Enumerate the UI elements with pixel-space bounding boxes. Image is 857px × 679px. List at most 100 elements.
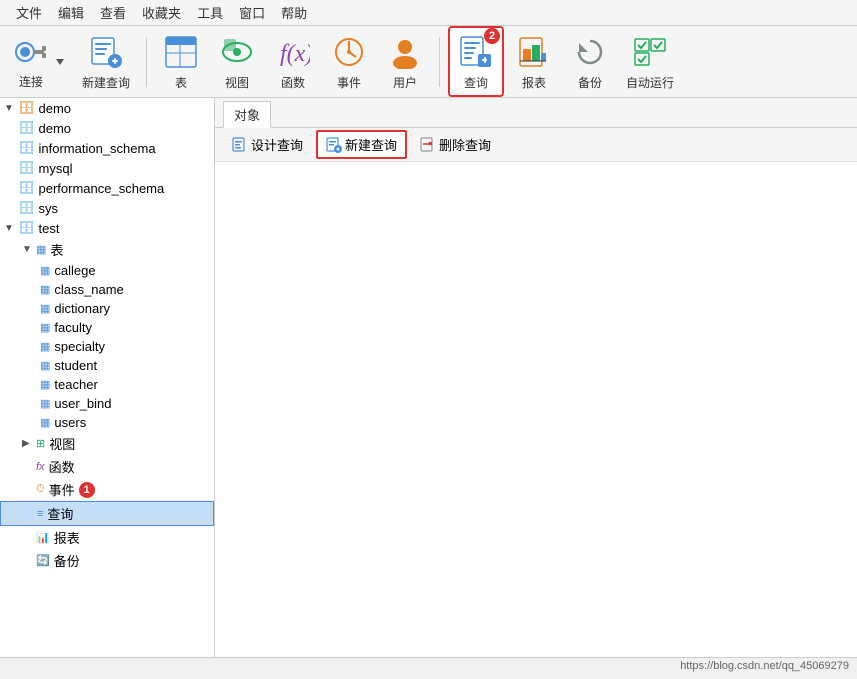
table-label: 表 xyxy=(175,74,187,91)
connect-icon xyxy=(15,36,47,68)
tree-reports-group[interactable]: 📊 报表 xyxy=(0,526,214,549)
tree-funcs-group[interactable]: fx 函数 xyxy=(0,455,214,478)
table-classname-icon: ▦ xyxy=(40,283,50,296)
table-button[interactable]: 表 xyxy=(155,28,207,95)
connect-button[interactable]: 连接 xyxy=(8,29,70,94)
tree-tables-group[interactable]: ▼ ▦ 表 xyxy=(0,238,214,261)
design-query-button[interactable]: 设计查询 xyxy=(223,131,312,158)
query-toolbar-label: 查询 xyxy=(464,74,488,91)
tree-db-information[interactable]: 🗄 information_schema xyxy=(0,138,214,158)
table-userbind-label: user_bind xyxy=(54,396,111,411)
menu-view[interactable]: 查看 xyxy=(92,1,134,24)
table-callege-label: callege xyxy=(54,263,95,278)
db-icon-performance: 🗄 xyxy=(18,180,35,196)
table-classname-label: class_name xyxy=(54,282,123,297)
status-url: https://blog.csdn.net/qq_45069279 xyxy=(680,660,849,672)
tree-db-test[interactable]: ▼ 🗄 test xyxy=(0,218,214,238)
table-specialty-label: specialty xyxy=(54,339,105,354)
tree-events-group[interactable]: ⏱ 事件 1 xyxy=(0,478,214,501)
backups-group-icon: 🔄 xyxy=(36,554,50,567)
funcs-group-label: 函数 xyxy=(49,457,75,476)
tree-table-student[interactable]: ▦ student xyxy=(0,356,214,375)
autorun-button[interactable]: 自动运行 xyxy=(620,28,680,95)
report-label: 报表 xyxy=(522,74,546,91)
event-icon xyxy=(332,35,366,69)
tree-table-dictionary[interactable]: ▦ dictionary xyxy=(0,299,214,318)
tree-root-demo[interactable]: ▼ 🗄 demo xyxy=(0,98,214,118)
query-toolbar-button[interactable]: 2 查询 xyxy=(448,26,504,97)
table-faculty-label: faculty xyxy=(54,320,92,335)
table-student-label: student xyxy=(54,358,97,373)
user-button[interactable]: 用户 xyxy=(379,28,431,95)
menu-tools[interactable]: 工具 xyxy=(189,1,231,24)
backup-button[interactable]: 备份 xyxy=(564,28,616,95)
delete-query-icon xyxy=(420,137,436,153)
design-query-label: 设计查询 xyxy=(251,135,303,154)
tree-table-classname[interactable]: ▦ class_name xyxy=(0,280,214,299)
report-button[interactable]: 报表 xyxy=(508,28,560,95)
tree-db-information-label: information_schema xyxy=(39,141,156,156)
tab-objects[interactable]: 对象 xyxy=(223,101,271,128)
table-callege-icon: ▦ xyxy=(40,264,50,277)
queries-group-label: 查询 xyxy=(47,504,73,523)
table-users-label: users xyxy=(54,415,86,430)
menu-edit[interactable]: 编辑 xyxy=(50,1,92,24)
tree-db-sys-label: sys xyxy=(39,201,59,216)
table-icon xyxy=(164,35,198,69)
events-group-label: 事件 xyxy=(49,480,75,499)
tree-db-mysql-label: mysql xyxy=(39,161,73,176)
new-query-content-button[interactable]: 新建查询 xyxy=(316,130,407,159)
tree-db-mysql[interactable]: 🗄 mysql xyxy=(0,158,214,178)
main-layout: ▼ 🗄 demo 🗄 demo 🗄 information_schema 🗄 m… xyxy=(0,98,857,657)
table-student-icon: ▦ xyxy=(40,359,50,372)
menu-file[interactable]: 文件 xyxy=(8,1,50,24)
backup-icon xyxy=(573,35,607,69)
menu-favorites[interactable]: 收藏夹 xyxy=(134,1,189,24)
menubar: 文件 编辑 查看 收藏夹 工具 窗口 帮助 xyxy=(0,0,857,26)
menu-help[interactable]: 帮助 xyxy=(273,1,315,24)
new-query-button[interactable]: 新建查询 xyxy=(74,28,138,95)
tree-db-performance-label: performance_schema xyxy=(39,181,165,196)
tree-queries-group[interactable]: ≡ 查询 xyxy=(0,501,214,526)
view-button[interactable]: 视图 xyxy=(211,28,263,95)
content-tabs: 对象 xyxy=(215,98,857,128)
query-toolbar-badge: 2 xyxy=(484,28,500,44)
db-icon-test: 🗄 xyxy=(18,220,35,236)
tree-views-group[interactable]: ▶ ⊞ 视图 xyxy=(0,432,214,455)
tree-db-performance[interactable]: 🗄 performance_schema xyxy=(0,178,214,198)
menu-window[interactable]: 窗口 xyxy=(231,1,273,24)
queries-group-icon: ≡ xyxy=(37,508,43,520)
table-userbind-icon: ▦ xyxy=(40,397,50,410)
svg-text:f(x): f(x) xyxy=(280,41,310,67)
function-label: 函数 xyxy=(281,74,305,91)
tree-table-specialty[interactable]: ▦ specialty xyxy=(0,337,214,356)
delete-query-label: 删除查询 xyxy=(439,135,491,154)
table-specialty-icon: ▦ xyxy=(40,340,50,353)
db-icon-information: 🗄 xyxy=(18,140,35,156)
view-icon xyxy=(220,35,254,69)
tree-table-userbind[interactable]: ▦ user_bind xyxy=(0,394,214,413)
tree-backups-group[interactable]: 🔄 备份 xyxy=(0,549,214,572)
report-icon xyxy=(517,35,551,69)
delete-query-button[interactable]: 删除查询 xyxy=(411,131,500,158)
reports-group-label: 报表 xyxy=(54,528,80,547)
table-dictionary-icon: ▦ xyxy=(40,302,50,315)
tree-table-teacher[interactable]: ▦ teacher xyxy=(0,375,214,394)
tree-table-users[interactable]: ▦ users xyxy=(0,413,214,432)
views-group-icon: ⊞ xyxy=(36,437,45,450)
main-content xyxy=(215,162,857,657)
autorun-label: 自动运行 xyxy=(626,74,674,91)
funcs-group-icon: fx xyxy=(36,461,45,473)
connect-dropdown-icon xyxy=(54,52,66,72)
tree-arrow-demo: ▼ xyxy=(4,103,18,114)
tree-arrow-views: ▶ xyxy=(22,438,36,449)
tree-table-callege[interactable]: ▦ callege xyxy=(0,261,214,280)
tree-table-faculty[interactable]: ▦ faculty xyxy=(0,318,214,337)
toolbar-separator-1 xyxy=(146,37,147,87)
tree-db-demo[interactable]: 🗄 demo xyxy=(0,118,214,138)
new-query-content-label: 新建查询 xyxy=(345,135,397,154)
content-toolbar: 设计查询 新建查询 xyxy=(215,128,857,162)
function-button[interactable]: f(x) 函数 xyxy=(267,28,319,95)
event-button[interactable]: 事件 xyxy=(323,28,375,95)
tree-db-sys[interactable]: 🗄 sys xyxy=(0,198,214,218)
